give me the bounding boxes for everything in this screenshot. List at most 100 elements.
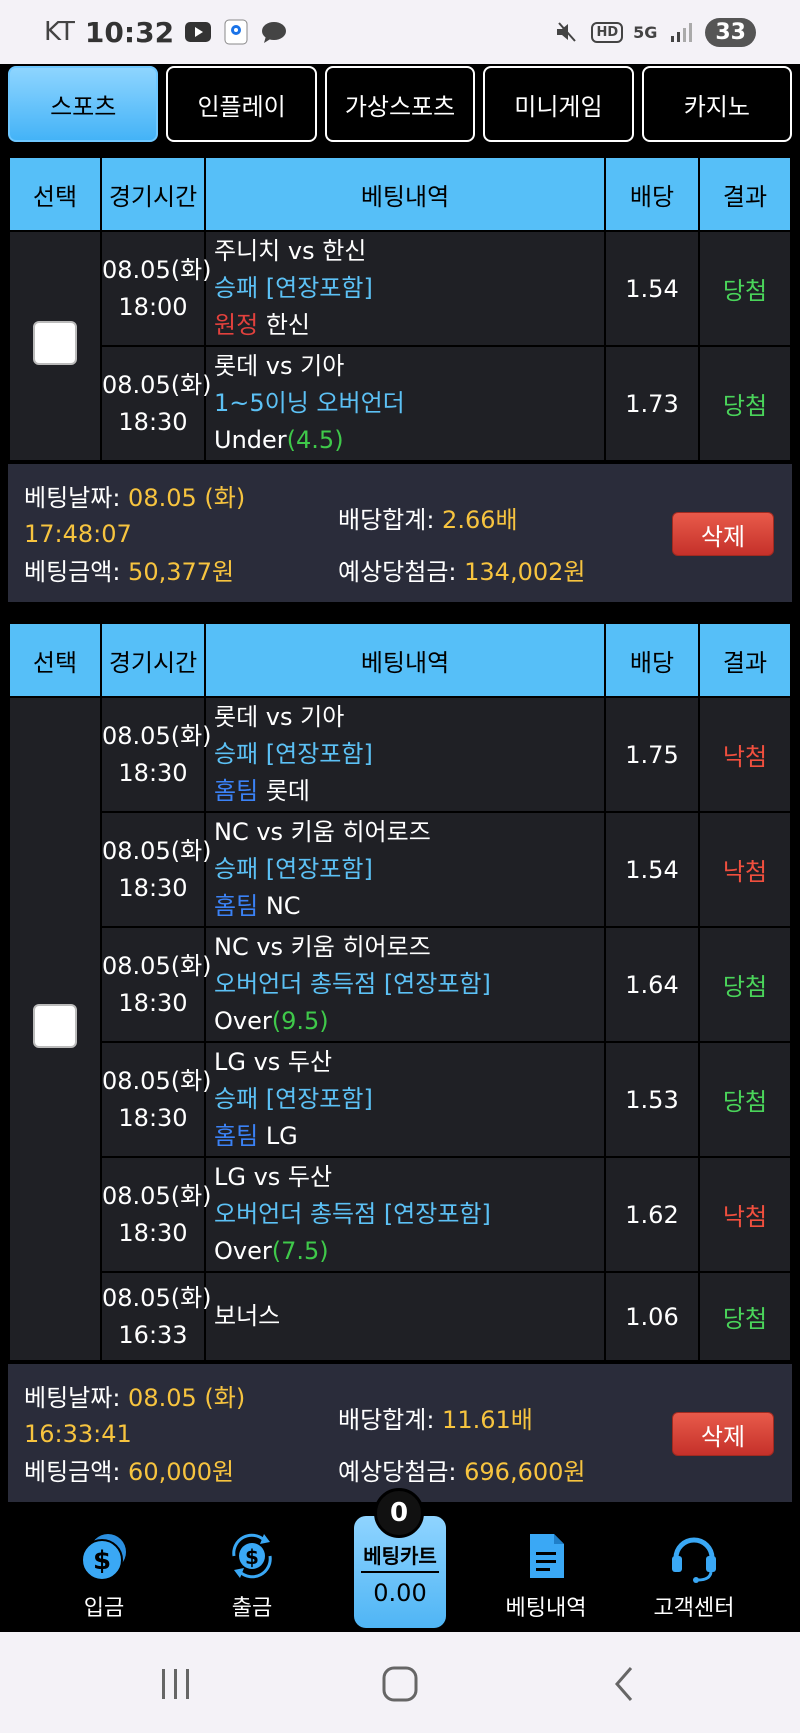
result-value: 당첨: [698, 345, 792, 462]
match-hour: 18:30: [118, 758, 188, 787]
header-select: 선택: [8, 156, 102, 232]
expected-win-value: 696,600원: [464, 1458, 586, 1486]
header-detail: 베팅내역: [204, 622, 606, 698]
back-icon[interactable]: [594, 1662, 654, 1706]
nav-bet-history[interactable]: 베팅내역: [486, 1528, 606, 1622]
bet-select-checkbox[interactable]: [33, 321, 77, 365]
tab-minigame[interactable]: 미니게임: [483, 66, 634, 142]
result-value: 낙첨: [698, 696, 792, 813]
odds-value: 1.62: [604, 1156, 700, 1273]
youtube-icon: [184, 20, 212, 44]
bet-date-value: 08.05 (화): [128, 1384, 246, 1412]
chat-bubble-icon: [260, 20, 288, 44]
result-value: 당첨: [698, 1041, 792, 1158]
table-row: 08.05(화) 18:30 LG vs 두산 오버언더 총득점 [연장포함] O…: [9, 1156, 792, 1273]
match-hour: 18:30: [118, 873, 188, 902]
bet-amount-value: 60,000원: [128, 1458, 235, 1486]
bet-summary: 베팅날짜: 08.05 (화) 16:33:41 베팅금액: 60,000원 배…: [8, 1362, 792, 1502]
delete-button[interactable]: 삭제: [672, 1412, 774, 1456]
odds-value: 1.53: [604, 1041, 700, 1158]
bet-date-label: 베팅날짜:: [24, 484, 121, 512]
odds-value: 1.54: [604, 811, 700, 928]
bet-amount-value: 50,377원: [128, 558, 235, 586]
market-name: 승패 [연장포함]: [214, 1085, 373, 1113]
table-row: 08.05(화) 16:33 보너스 1.06 당첨: [9, 1271, 792, 1362]
pick-tag: Over: [214, 1007, 272, 1035]
bet-detail: 롯데 vs 기아 승패 [연장포함] 홈팀 롯데: [204, 696, 606, 813]
match-date: 08.05(화): [102, 1066, 212, 1095]
market-name: 승패 [연장포함]: [214, 855, 373, 883]
bet-slip-1: 선택 경기시간 베팅내역 배당 결과 08.05(화) 18:00 주니치 vs …: [8, 156, 792, 602]
tab-virtual-sports[interactable]: 가상스포츠: [324, 66, 476, 142]
odds-value: 1.73: [604, 345, 700, 462]
tab-casino[interactable]: 카지노: [641, 66, 793, 142]
header-odds: 배당: [604, 622, 700, 698]
match-time: 08.05(화) 18:30: [100, 1156, 212, 1273]
bet-time-value: 16:33:41: [24, 1420, 132, 1448]
expected-win-value: 134,002원: [464, 558, 586, 586]
delete-button[interactable]: 삭제: [672, 512, 774, 556]
mute-icon: [553, 20, 581, 44]
tab-inplay[interactable]: 인플레이: [166, 66, 317, 142]
coin-exchange-icon: $: [222, 1528, 282, 1584]
bet-time-value: 17:48:07: [24, 520, 132, 548]
home-icon[interactable]: [370, 1662, 430, 1706]
pick-tag: 원정: [214, 311, 259, 339]
result-value: 낙첨: [698, 811, 792, 928]
match-time: 08.05(화) 18:30: [100, 811, 212, 928]
bet-table: 선택 경기시간 베팅내역 배당 결과 08.05(화) 18:00 주니치 vs …: [8, 156, 792, 462]
match-name: 롯데 vs 기아: [214, 703, 345, 731]
bet-select-checkbox[interactable]: [33, 1004, 77, 1048]
header-odds: 배당: [604, 156, 700, 232]
odds-value: 1.75: [604, 696, 700, 813]
bet-detail: 보너스: [204, 1271, 606, 1362]
pick-tag: Under: [214, 426, 287, 454]
nav-support[interactable]: 고객센터: [634, 1528, 754, 1622]
result-value: 당첨: [698, 230, 792, 347]
pick-value: (4.5): [286, 426, 344, 454]
match-name: 보너스: [214, 1302, 281, 1330]
market-name: 승패 [연장포함]: [214, 740, 373, 768]
bet-amount-label: 베팅금액:: [24, 558, 121, 586]
svg-text:$: $: [93, 1546, 111, 1576]
bet-detail: NC vs 키움 히어로즈 승패 [연장포함] 홈팀 NC: [204, 811, 606, 928]
bet-cart-label: 베팅카트: [361, 1540, 439, 1573]
match-hour: 18:30: [118, 1103, 188, 1132]
odds-total-label: 배당합계:: [338, 506, 435, 534]
network-indicator: 5G: [633, 22, 658, 42]
odds-value: 1.06: [604, 1271, 700, 1362]
table-row: 08.05(화) 18:30 NC vs 키움 히어로즈 승패 [연장포함] 홈팀…: [9, 811, 792, 928]
document-icon: [516, 1528, 576, 1584]
headset-icon: [664, 1528, 724, 1584]
match-date: 08.05(화): [102, 721, 212, 750]
market-name: 오버언더 총득점 [연장포함]: [214, 1200, 491, 1228]
status-clock: 10:32: [84, 15, 175, 49]
odds-total-label: 배당합계:: [338, 1406, 435, 1434]
nav-withdraw-label: 출금: [231, 1596, 273, 1621]
match-hour: 18:30: [118, 407, 188, 436]
match-date: 08.05(화): [102, 951, 212, 980]
coin-deposit-icon: $: [74, 1528, 134, 1584]
match-date: 08.05(화): [102, 370, 212, 399]
market-name: 오버언더 총득점 [연장포함]: [214, 970, 491, 998]
tab-sports[interactable]: 스포츠: [8, 66, 159, 142]
table-row: 08.05(화) 18:30 LG vs 두산 승패 [연장포함] 홈팀 LG 1…: [9, 1041, 792, 1158]
nav-deposit[interactable]: $ 입금: [44, 1528, 164, 1622]
match-hour: 18:30: [118, 988, 188, 1017]
recent-apps-icon[interactable]: [146, 1662, 206, 1706]
result-value: 당첨: [698, 1271, 792, 1362]
match-date: 08.05(화): [102, 1181, 212, 1210]
bet-detail: LG vs 두산 승패 [연장포함] 홈팀 LG: [204, 1041, 606, 1158]
select-cell: [8, 696, 102, 1362]
nav-withdraw[interactable]: $ 출금: [192, 1528, 312, 1622]
bet-slip-2: 선택 경기시간 베팅내역 배당 결과 08.05(화) 18:30 롯데 vs 기…: [8, 622, 792, 1502]
pick-tag: Over: [214, 1237, 272, 1265]
bet-table: 선택 경기시간 베팅내역 배당 결과 08.05(화) 18:30 롯데 vs 기…: [8, 622, 792, 1362]
category-tabs: 스포츠 인플레이 가상스포츠 미니게임 카지노: [8, 66, 793, 142]
bet-amount-label: 베팅금액:: [24, 1458, 121, 1486]
bet-summary: 베팅날짜: 08.05 (화) 17:48:07 베팅금액: 50,377원 배…: [8, 462, 792, 602]
match-name: LG vs 두산: [214, 1048, 333, 1076]
match-time: 08.05(화) 18:30: [100, 1041, 212, 1158]
market-name: 승패 [연장포함]: [214, 274, 373, 302]
hd-indicator: HD: [591, 21, 624, 43]
